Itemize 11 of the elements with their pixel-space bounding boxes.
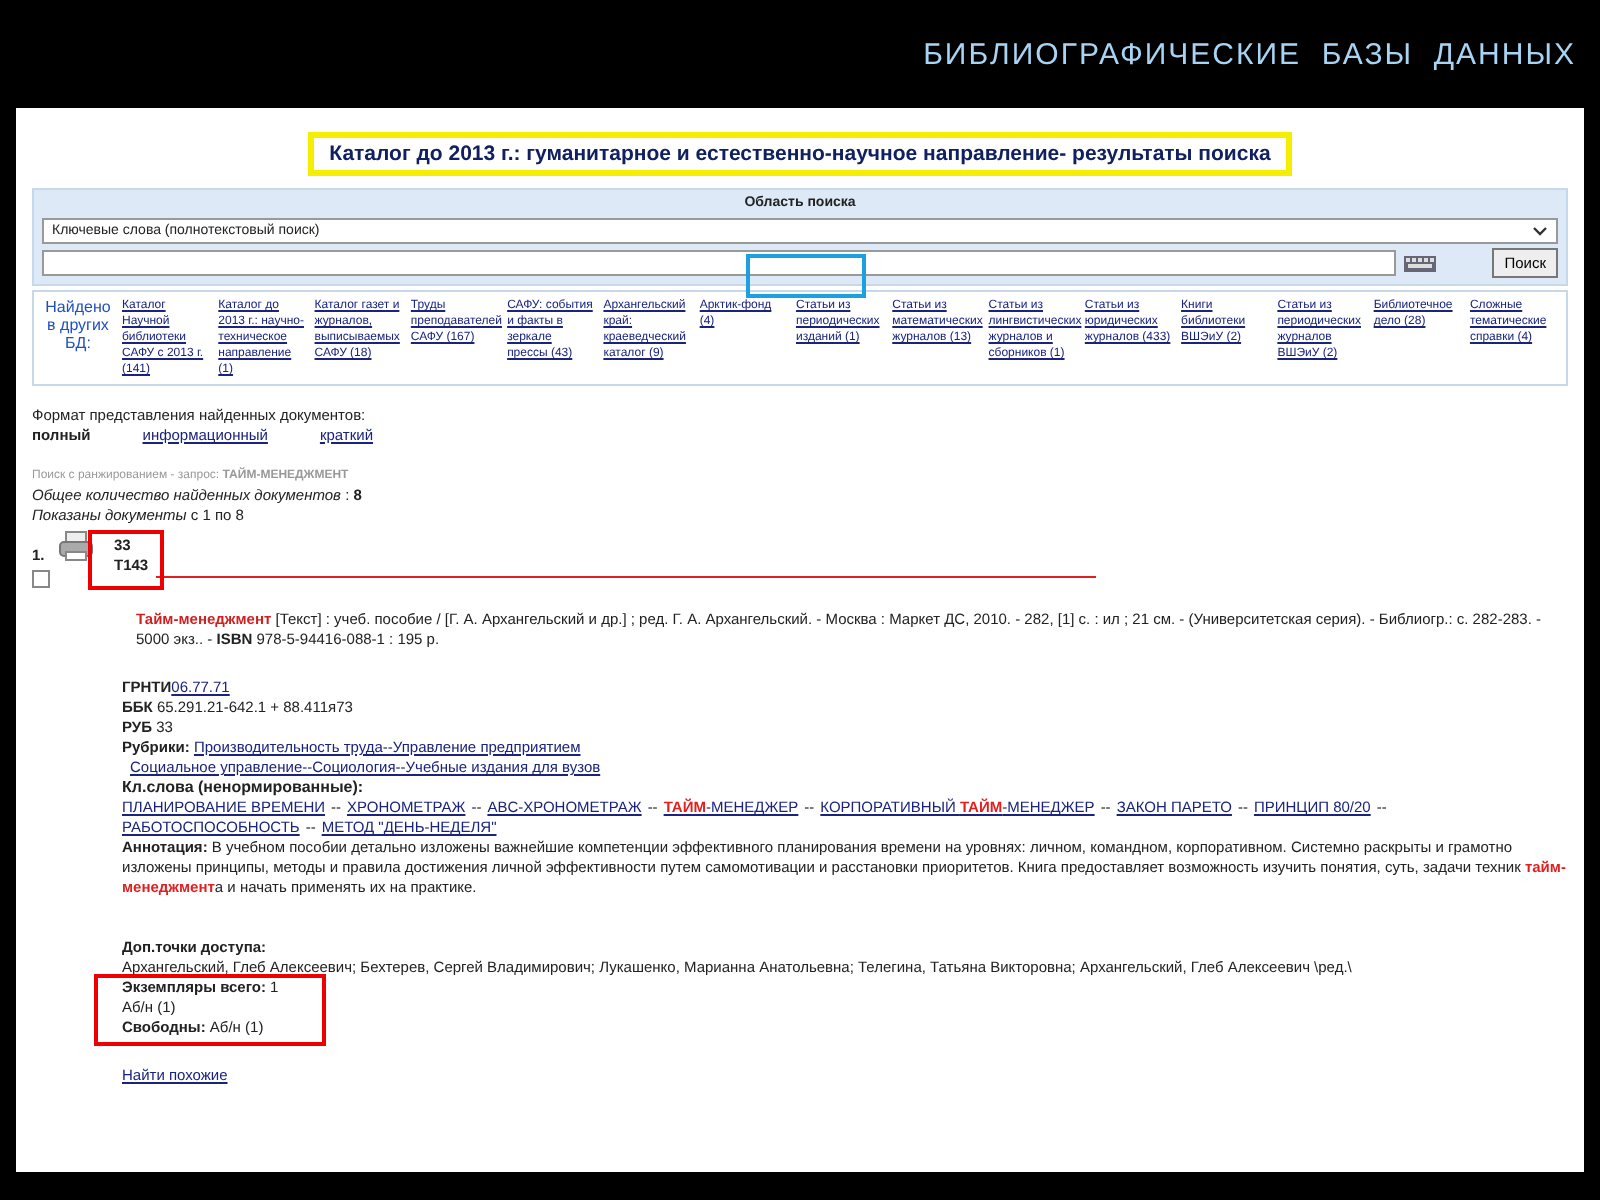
other-databases-label: Найдено в других БД: [43,298,113,356]
printer-icon[interactable] [58,530,94,562]
highlight-frame [88,530,164,590]
keyboard-icon[interactable] [1404,255,1437,271]
highlight-frame [746,254,866,298]
chevron-icon [1532,225,1548,237]
field-label: Кл.слова (ненормированные): [122,778,364,796]
search-field[interactable] [42,250,1397,276]
record-checkbox[interactable] [32,570,50,588]
catalog-title: Каталог до 2013 г.: гуманитарное и естественно-научное направление- результаты поиска [307,132,1293,176]
slide-title: БИБЛИОГРАФИЧЕСКИЕ БАЗЫ ДАННЫХ [923,37,1576,71]
